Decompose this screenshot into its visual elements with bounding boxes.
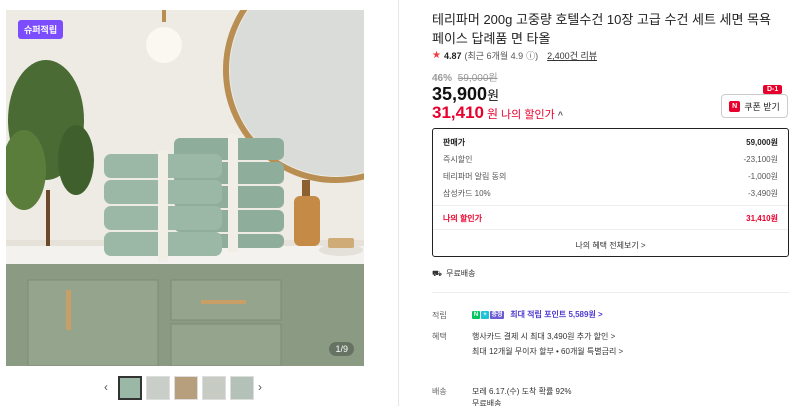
breakdown-label: 즉시할인 (443, 155, 473, 164)
star-icon: ★ (432, 50, 441, 61)
points-row[interactable]: N + 증정 최대 적립 포인트 5,589원 > (472, 309, 603, 320)
original-price: 59,000원 (457, 73, 498, 84)
chevron-left-icon[interactable]: ‹ (104, 380, 108, 394)
breakdown-total-value: 31,410원 (746, 214, 778, 223)
thumbnail-5[interactable] (230, 376, 254, 400)
towel-scene-illustration (6, 10, 364, 366)
breakdown-row: 테리파머 알림 동의 -1,000원 (443, 171, 778, 182)
coupon-dday-badge: D-1 (763, 85, 783, 94)
divider (433, 229, 788, 230)
thumbnail-2[interactable] (146, 376, 170, 400)
super-points-badge: 슈퍼적립 (18, 20, 64, 39)
my-price-label: 나의 할인가 (501, 109, 555, 121)
thumbnail-1[interactable] (118, 376, 142, 400)
naver-icon: N (729, 100, 741, 112)
installment-link[interactable]: 최대 12개월 무이자 할부 • 60개월 특별금리 > (472, 346, 623, 357)
points-label: 적립 (432, 311, 447, 320)
breakdown-row: 판매가 59,000원 (443, 137, 778, 148)
product-title: 테리파머 200g 고중량 호텔수건 10장 고급 수건 세트 세면 목욕 페이… (432, 12, 772, 46)
benefit-label: 혜택 (432, 332, 447, 341)
truck-icon: ⛟ (432, 268, 443, 278)
rating-recent: (최근 6개월 4.9 (464, 51, 524, 61)
sale-price-unit: 원 (487, 88, 500, 103)
thumbnail-4[interactable] (202, 376, 226, 400)
coupon-button[interactable]: N 쿠폰 받기 (721, 94, 788, 118)
chevron-right-icon[interactable]: › (258, 380, 262, 394)
discount-row: 46% 59,000원 (432, 69, 498, 84)
my-price-value: 31,410 (432, 103, 484, 122)
sale-price-value: 35,900 (432, 84, 488, 104)
my-price-unit: 원 (487, 107, 499, 121)
divider (433, 205, 788, 206)
info-icon[interactable]: ⓘ) (526, 49, 538, 62)
coupon-label: 쿠폰 받기 (744, 101, 780, 112)
review-count-link[interactable]: 2,400건 리뷰 (547, 49, 597, 62)
image-counter: 1/9 (329, 342, 354, 356)
my-price-row[interactable]: 31,410 원 나의 할인가 ^ (432, 103, 563, 123)
points-value: 5,589원 > (568, 310, 603, 319)
breakdown-value: -3,490원 (747, 189, 778, 198)
delivery-label: 배송 (432, 387, 447, 396)
breakdown-total-label: 나의 할인가 (443, 214, 483, 223)
discount-percent: 46% (432, 73, 453, 84)
gift-tag-icon: 증정 (490, 310, 504, 319)
delivery-estimate: 모레 6.17.(수) 도착 확률 92% (472, 387, 572, 396)
divider (432, 292, 790, 293)
breakdown-value: -23,100원 (743, 155, 779, 164)
card-discount-link[interactable]: 행사카드 결제 시 최대 3,490원 추가 할인 > (472, 331, 615, 342)
points-text: 최대 적립 포인트 (510, 310, 567, 319)
breakdown-row: 삼성카드 10% -3,490원 (443, 188, 778, 199)
thumbnail-strip (118, 376, 254, 400)
sale-price: 35,900원 (432, 84, 499, 105)
naver-n-icon: N (472, 310, 480, 319)
shipping-label: 무료배송 (446, 269, 476, 278)
column-divider (398, 0, 399, 406)
plus-icon: + (481, 310, 489, 319)
breakdown-value: -1,000원 (747, 172, 778, 181)
breakdown-row: 즉시할인 -23,100원 (443, 154, 778, 165)
thumbnail-3[interactable] (174, 376, 198, 400)
naver-points-badge: N + 증정 (472, 310, 504, 319)
breakdown-total-row: 나의 할인가 31,410원 (443, 213, 778, 224)
product-main-image[interactable]: 슈퍼적립 1/9 (6, 10, 364, 366)
breakdown-label: 판매가 (443, 138, 466, 147)
breakdown-value: 59,000원 (746, 138, 778, 147)
price-breakdown-box: 판매가 59,000원 즉시할인 -23,100원 테리파머 알림 동의 -1,… (432, 128, 789, 257)
chevron-up-icon: ^ (557, 110, 563, 120)
rating-value: 4.87 (443, 50, 462, 61)
view-all-benefits-link[interactable]: 나의 혜택 전체보기 > (433, 240, 788, 251)
shipping-row: ⛟ 무료배송 (432, 268, 476, 279)
breakdown-label: 삼성카드 10% (443, 189, 491, 198)
product-page: 슈퍼적립 1/9 ‹ › 테리파머 200g 고중량 호텔수건 10장 고급 수… (0, 0, 800, 406)
delivery-free: 무료배송 (472, 399, 502, 406)
breakdown-label: 테리파머 알림 동의 (443, 172, 507, 181)
rating-row: ★ 4.87 (최근 6개월 4.9 ⓘ) 2,400건 리뷰 (432, 49, 597, 62)
